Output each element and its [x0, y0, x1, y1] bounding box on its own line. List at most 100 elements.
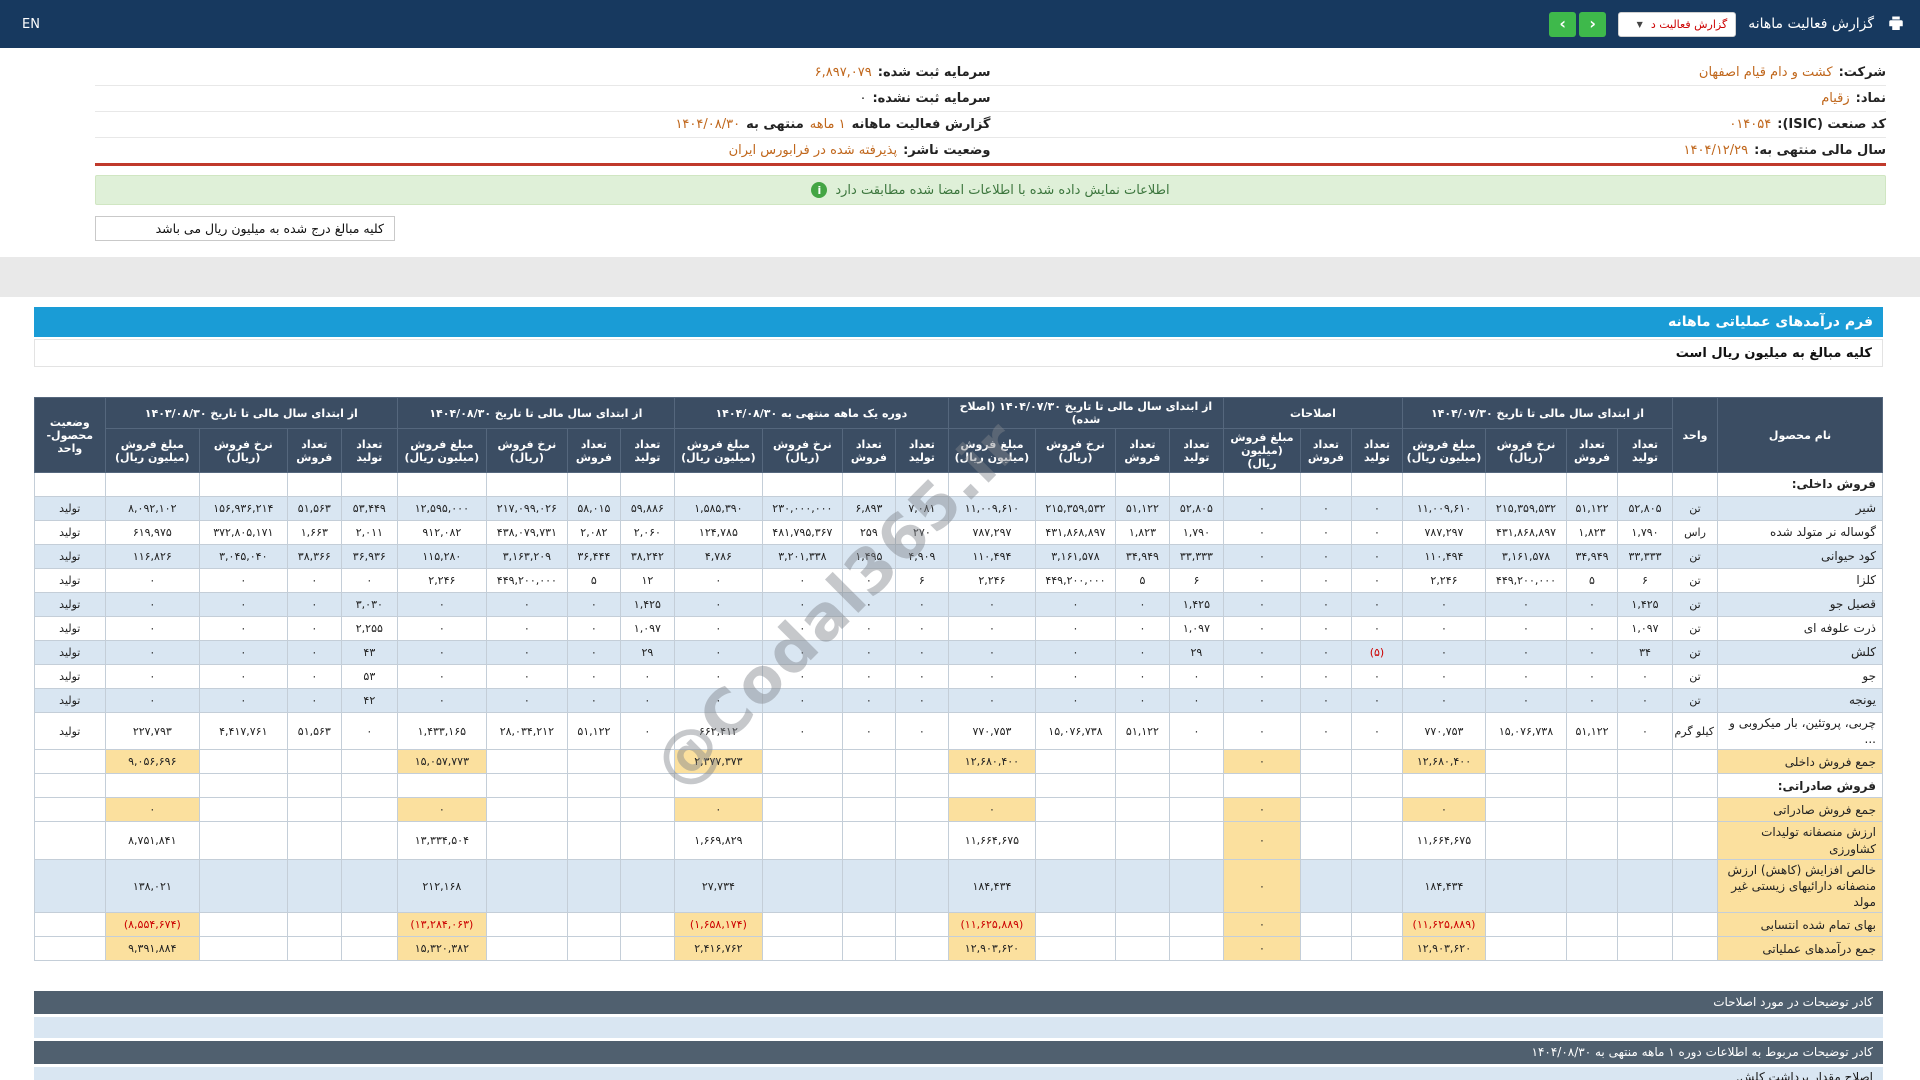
value-cell: ۱,۴۳۳,۱۶۵	[396, 711, 487, 751]
value-cell: ۰	[198, 568, 288, 593]
value-cell: ۱۲,۶۸۰,۴۰۰	[947, 749, 1036, 775]
value-cell	[1299, 472, 1352, 497]
symbol-link[interactable]: زقیام	[1821, 91, 1849, 106]
value-cell	[1168, 912, 1224, 938]
value-cell	[286, 821, 342, 860]
unit-cell	[1672, 936, 1718, 962]
value-cell: ۰	[104, 592, 200, 617]
value-cell	[1617, 749, 1673, 775]
column-group-adj: اصلاحات	[1222, 397, 1403, 429]
column-header: مبلغ فروش (میلیون ریال)	[947, 428, 1036, 473]
value-cell: ۱,۴۲۵	[1617, 592, 1673, 617]
prev-report-button[interactable]: ‹	[1549, 11, 1577, 37]
value-cell: ۷۸۷,۲۹۷	[947, 520, 1036, 545]
value-cell	[286, 749, 342, 775]
value-cell: ۵	[566, 568, 621, 593]
value-cell: ۱۱,۶۶۴,۶۷۵	[947, 821, 1036, 860]
value-cell: ۰	[485, 640, 568, 665]
value-cell: ۰	[1350, 592, 1403, 617]
company-name-link[interactable]: کشت و دام قیام اصفهان	[1699, 65, 1833, 80]
value-cell: ۵۹,۸۸۶	[619, 496, 675, 521]
column-header: مبلغ فروش (میلیون ریال)	[396, 428, 487, 473]
value-cell: ۱,۰۹۷	[1168, 616, 1224, 641]
value-cell: ۰	[1401, 616, 1487, 641]
value-cell: ۰	[1222, 664, 1301, 689]
value-cell	[485, 749, 568, 775]
value-cell	[1114, 912, 1170, 938]
value-cell	[485, 472, 568, 497]
value-cell: ۰	[1222, 858, 1301, 914]
value-cell	[1034, 858, 1116, 914]
value-cell: ۲۹	[619, 640, 675, 665]
value-cell: (۱۱,۶۲۵,۸۸۹)	[1401, 912, 1487, 938]
value-cell: ۴۳۸,۰۷۹,۷۳۱	[485, 520, 568, 545]
value-cell	[761, 936, 843, 962]
column-header: تعداد تولید	[1168, 428, 1224, 473]
value-cell	[198, 797, 288, 823]
value-cell	[841, 749, 896, 775]
value-cell: ۱۱۰,۴۹۴	[1401, 544, 1487, 569]
value-cell: ۳,۰۳۰	[340, 592, 398, 617]
value-cell: ۸,۰۹۲,۱۰۲	[104, 496, 200, 521]
value-cell: ۰	[340, 711, 398, 751]
report-nav: ‹ ›	[1549, 11, 1607, 37]
value-cell: ۵۱,۱۲۲	[1566, 711, 1618, 751]
value-cell: ۰	[1350, 520, 1403, 545]
print-icon[interactable]	[1886, 15, 1906, 33]
value-cell: ۰	[619, 688, 675, 713]
value-cell: ۰	[894, 640, 949, 665]
value-cell	[619, 858, 675, 914]
unit-cell: کیلو گرم	[1672, 711, 1718, 751]
value-cell: ۰	[566, 640, 621, 665]
value-cell: (۱۱,۶۲۵,۸۸۹)	[947, 912, 1036, 938]
value-cell: ۰	[566, 616, 621, 641]
value-cell	[1617, 821, 1673, 860]
value-cell: ۴,۷۸۶	[673, 544, 763, 569]
value-cell: ۰	[1617, 711, 1673, 751]
product-name-cell: ارزش منصفانه تولیدات کشاورزی	[1717, 821, 1883, 860]
corrections-note-content	[34, 1017, 1883, 1039]
fiscal-year-field: سال مالی منتهی به: ۱۴۰۴/۱۲/۲۹	[991, 138, 1886, 163]
signature-match-banner: اطلاعات نمایش داده شده با اطلاعات امضا ش…	[95, 175, 1886, 205]
value-cell: ۰	[761, 711, 843, 751]
value-cell: ۰	[286, 664, 342, 689]
unit-cell	[1672, 821, 1718, 860]
value-cell: ۳۳,۳۳۳	[1168, 544, 1224, 569]
unregistered-capital-label: سرمایه ثبت نشده:	[872, 91, 991, 106]
value-cell: ۹,۰۵۶,۶۹۶	[104, 749, 200, 775]
value-cell: ۰	[566, 664, 621, 689]
value-cell: ۰	[894, 711, 949, 751]
report-period-length: ۱ ماهه	[809, 117, 846, 132]
value-cell: ۷۷۰,۷۵۳	[1401, 711, 1487, 751]
value-cell	[1485, 912, 1567, 938]
value-cell	[841, 773, 896, 799]
value-cell: ۰	[1401, 688, 1487, 713]
value-cell: ۰	[1401, 797, 1487, 823]
unit-cell: تن	[1672, 592, 1718, 617]
value-cell: ۵۱,۱۲۲	[566, 711, 621, 751]
table-row: خالص افزایش (کاهش) ارزش منصفانه دارائیها…	[33, 858, 1883, 914]
language-toggle-en[interactable]: EN	[22, 17, 40, 32]
value-cell: ۰	[1485, 616, 1567, 641]
value-cell: ۰	[1222, 821, 1301, 860]
value-cell: ۰	[947, 640, 1036, 665]
value-cell: ۰	[761, 640, 843, 665]
value-cell: ۱,۰۹۷	[1617, 616, 1673, 641]
report-type-select[interactable]: گزارش فعالیت د ▼	[1618, 11, 1737, 37]
value-cell: ۲۲۷,۷۹۳	[104, 711, 200, 751]
value-cell: ۴۴۹,۲۰۰,۰۰۰	[1034, 568, 1116, 593]
next-report-button[interactable]: ›	[1579, 11, 1607, 37]
value-cell	[841, 912, 896, 938]
value-cell: ۰	[1617, 688, 1673, 713]
column-group-unit: واحد	[1672, 397, 1718, 473]
value-cell: ۲,۰۶۰	[619, 520, 675, 545]
value-cell: ۱۵۶,۹۳۶,۲۱۴	[198, 496, 288, 521]
value-cell	[894, 797, 949, 823]
value-cell: ۰	[1299, 616, 1352, 641]
value-cell: ۰	[947, 664, 1036, 689]
issuer-status-field: وضعیت ناشر: پذیرفته شده در فرابورس ایران	[95, 138, 991, 163]
value-cell	[1485, 472, 1567, 497]
unit-cell: تن	[1672, 496, 1718, 521]
value-cell	[198, 773, 288, 799]
value-cell: ۰	[1299, 711, 1352, 751]
